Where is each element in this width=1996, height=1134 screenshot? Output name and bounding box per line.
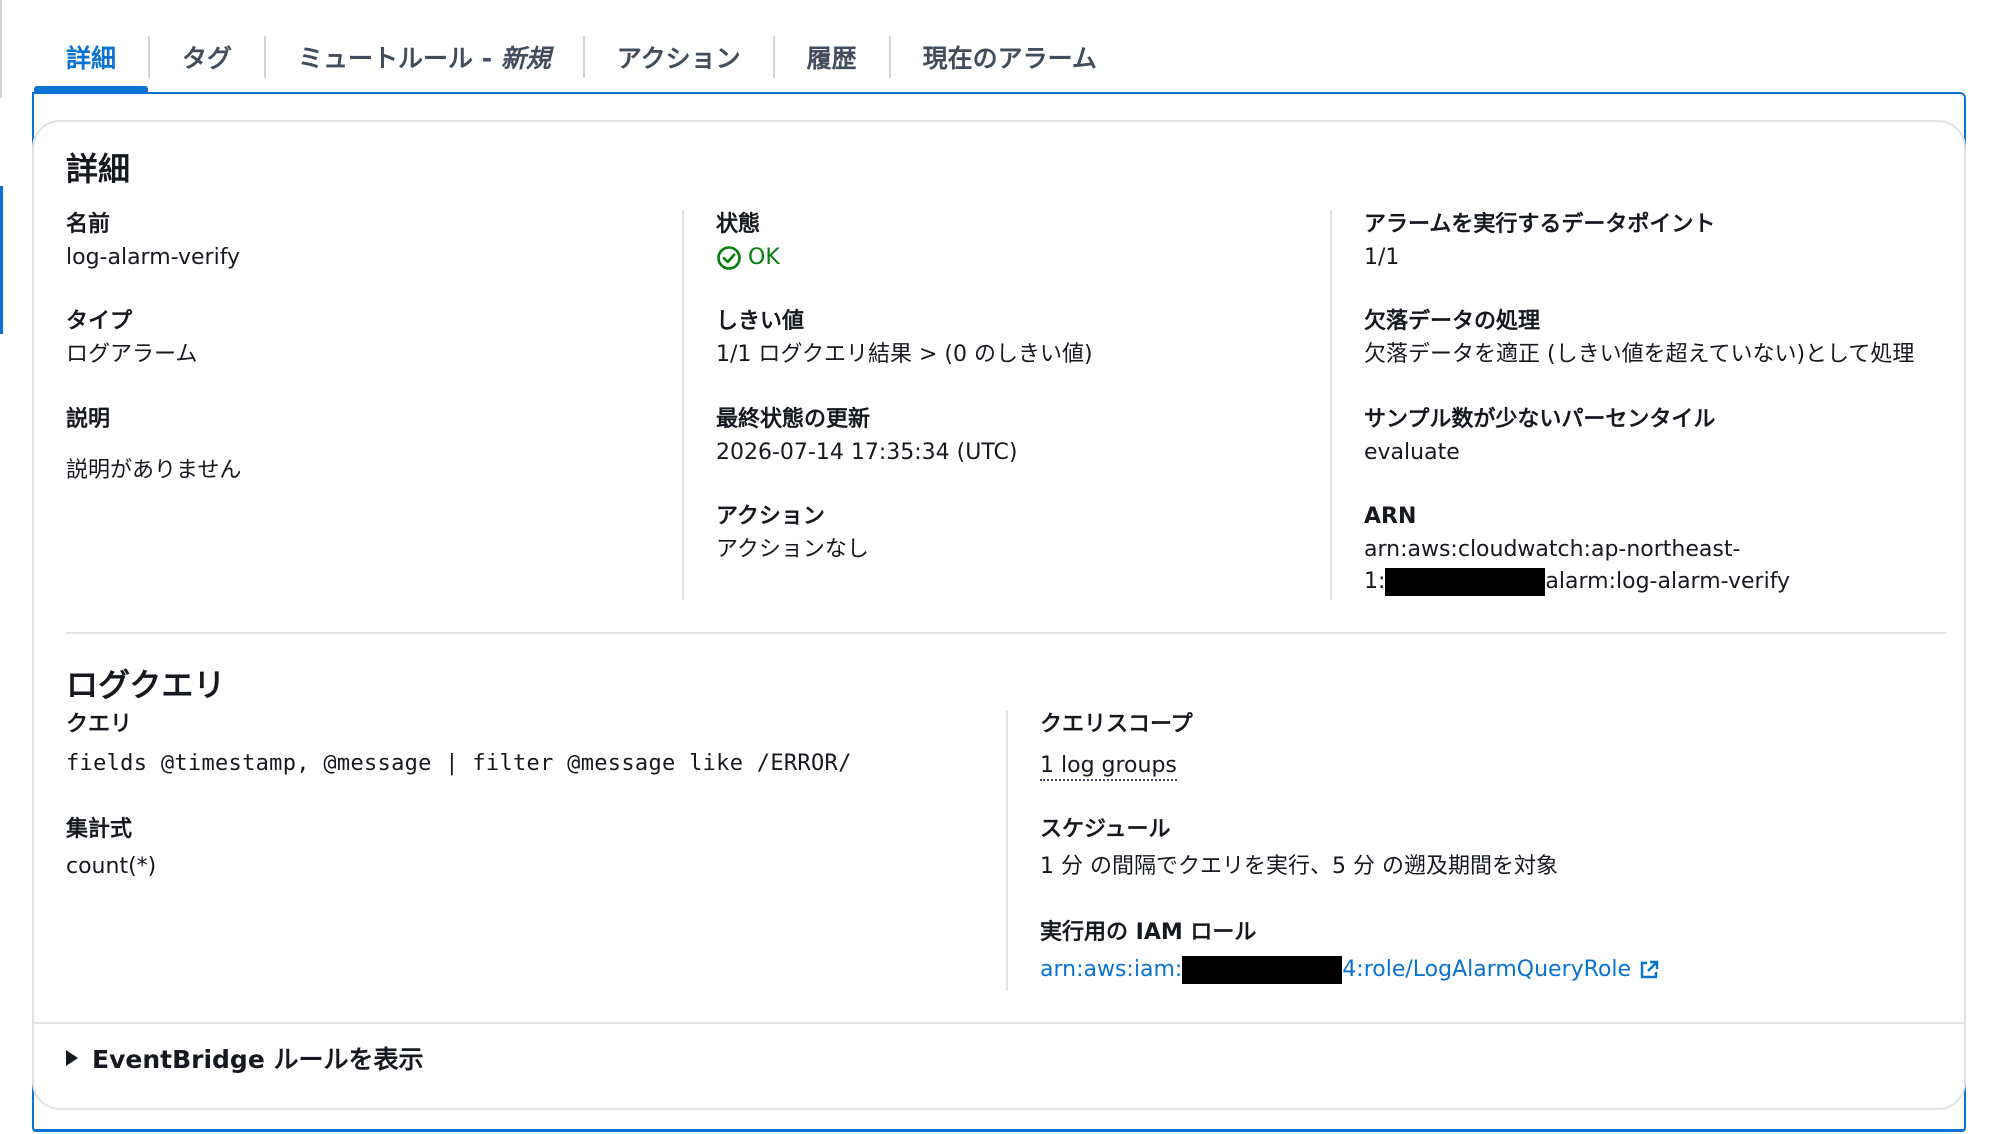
actions-label: アクション [716,504,825,529]
type-label: タイプ [66,309,133,334]
query-scope-link[interactable]: 1 log groups [1040,753,1177,781]
actions-field: アクション アクションなし [716,502,869,566]
tab-history-label: 履歴 [806,44,857,73]
arn-label: ARN [1364,504,1417,529]
footer-divider [34,1022,1964,1024]
eventbridge-label: EventBridge ルールを表示 [92,1045,424,1074]
name-value: log-alarm-verify [66,245,241,270]
tab-tags[interactable]: タグ [150,22,264,92]
tab-new-badge: 新規 [500,44,551,73]
query-scope-field: クエリスコープ 1 log groups [1040,710,1193,782]
tab-details[interactable]: 詳細 [34,22,149,92]
name-field: 名前 log-alarm-verify [66,210,240,274]
arn-region-suffix: 1: [1364,569,1386,594]
left-nav-indicator [0,186,3,334]
iam-role-label: 実行用の IAM ロール [1040,920,1257,945]
missing-data-label: 欠落データの処理 [1364,309,1541,334]
check-circle-icon [716,245,742,271]
tab-mute-rules[interactable]: ミュートルール - 新規 [266,22,583,92]
last-update-value: 2026-07-14 17:35:34 (UTC) [716,440,1018,465]
description-label: 説明 [66,407,111,432]
left-divider [0,0,2,98]
external-link-icon [1639,960,1659,980]
query-scope-label: クエリスコープ [1040,712,1193,737]
datapoints-value: 1/1 [1364,245,1400,270]
alarm-details-page: 詳細 タグ ミュートルール - 新規 アクション 履歴 現在のアラーム 詳細 名… [0,0,1996,1134]
description-field: 説明 説明がありません [66,405,241,487]
missing-data-value: 欠落データを適正 (しきい値を超えていない)として処理 [1364,342,1915,367]
percentile-value: evaluate [1364,440,1460,465]
threshold-label: しきい値 [716,309,805,334]
aggregation-field: 集計式 count(*) [66,815,156,883]
type-value: ログアラーム [66,342,198,367]
query-field: クエリ fields @timestamp, @message | filter… [66,710,852,780]
percentile-field: サンプル数が少ないパーセンタイル evaluate [1364,405,1715,469]
last-update-field: 最終状態の更新 2026-07-14 17:35:34 (UTC) [716,405,1017,469]
tab-actions[interactable]: アクション [585,22,773,92]
datapoints-label: アラームを実行するデータポイント [1364,212,1716,237]
iam-role-suffix: 4:role/LogAlarmQueryRole [1342,957,1632,982]
arn-line-2: 1: alarm:log-alarm-verify [1364,566,1790,598]
schedule-field: スケジュール 1 分 の間隔でクエリを実行、5 分 の遡及期間を対象 [1040,815,1558,883]
last-update-label: 最終状態の更新 [716,407,871,432]
arn-line-1: arn:aws:cloudwatch:ap-northeast- [1364,537,1741,562]
tab-mute-rules-label: ミュートルール - [298,44,501,73]
type-field: タイプ ログアラーム [66,307,197,371]
iam-role-link[interactable]: arn:aws:iam: 4:role/LogAlarmQueryRole [1040,954,1659,986]
section-divider [66,632,1946,634]
eventbridge-expander[interactable]: EventBridge ルールを表示 [66,1040,423,1076]
state-field: 状態 OK [716,210,780,274]
tab-current-alarms[interactable]: 現在のアラーム [891,22,1129,92]
iam-role-field: 実行用の IAM ロール arn:aws:iam: 4:role/LogAlarm… [1040,918,1659,986]
log-query-title: ログクエリ [66,666,226,704]
column-divider [1006,710,1008,990]
details-title: 詳細 [66,150,131,188]
schedule-value: 1 分 の間隔でクエリを実行、5 分 の遡及期間を対象 [1040,854,1558,879]
state-value: OK [748,245,780,270]
name-label: 名前 [66,212,111,237]
description-value: 説明がありません [66,458,242,483]
tab-current-alarms-label: 現在のアラーム [922,44,1097,73]
tab-actions-label: アクション [616,44,741,73]
column-divider [682,210,684,600]
state-status: OK [716,242,780,274]
redacted-account-id [1385,568,1546,596]
actions-value: アクションなし [716,537,869,562]
aggregation-label: 集計式 [66,817,133,842]
schedule-label: スケジュール [1040,817,1171,842]
arn-resource: alarm:log-alarm-verify [1545,569,1791,594]
redacted-account-id [1182,956,1343,984]
query-label: クエリ [66,712,133,737]
missing-data-field: 欠落データの処理 欠落データを適正 (しきい値を超えていない)として処理 [1364,307,1914,371]
percentile-label: サンプル数が少ないパーセンタイル [1364,407,1716,432]
column-divider [1330,210,1332,600]
datapoints-field: アラームを実行するデータポイント 1/1 [1364,210,1715,274]
state-label: 状態 [716,212,761,237]
aggregation-value: count(*) [66,854,157,879]
iam-role-prefix: arn:aws:iam: [1040,957,1183,982]
tab-details-label: 詳細 [66,44,117,73]
query-value: fields @timestamp, @message | filter @me… [66,751,852,776]
threshold-field: しきい値 1/1 ログクエリ結果 > (0 のしきい値) [716,307,1093,371]
tab-tags-label: タグ [182,44,233,73]
query-scope-wrap: 1 log groups [1040,750,1193,782]
tab-bar: 詳細 タグ ミュートルール - 新規 アクション 履歴 現在のアラーム [34,22,1129,92]
caret-right-icon [66,1050,78,1066]
arn-field: ARN arn:aws:cloudwatch:ap-northeast- 1: a… [1364,502,1790,598]
tab-history[interactable]: 履歴 [775,22,889,92]
threshold-value: 1/1 ログクエリ結果 > (0 のしきい値) [716,342,1093,367]
